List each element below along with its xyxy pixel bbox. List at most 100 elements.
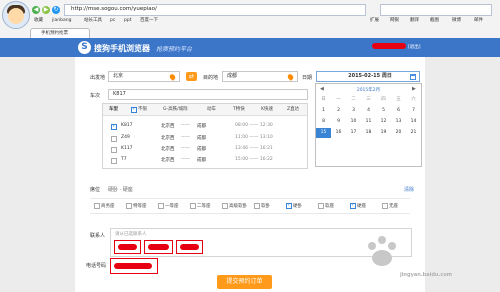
address-bar[interactable]: http://mse.sogou.com/yuepiao/ xyxy=(64,4,366,16)
back-icon[interactable]: ◀ xyxy=(32,6,40,14)
seat-option-label[interactable]: 软卧 xyxy=(261,203,270,209)
calendar-day[interactable]: 9 xyxy=(331,117,346,127)
date-picker: ◀ 2015年2月 ▶ 日一二三四五六 1 2 3 4 5 6 7 8 9 10 11 12 13 14 15… xyxy=(315,83,422,167)
filter-t[interactable]: T特快 xyxy=(233,106,245,112)
user-avatar[interactable] xyxy=(2,1,30,29)
seat-option-label[interactable]: 高级软卧 xyxy=(229,203,247,209)
toolbar-ext[interactable]: 扩展 xyxy=(370,17,379,25)
seat-checkbox[interactable] xyxy=(318,203,324,209)
phone-input[interactable] xyxy=(110,258,158,274)
calendar-month: 2015年2月 xyxy=(356,88,381,93)
seat-option-label[interactable]: 硬座 xyxy=(357,203,366,209)
browser-search-input[interactable] xyxy=(380,4,492,16)
train-checkbox[interactable] xyxy=(111,158,117,164)
train-from: 北京西 xyxy=(161,124,175,129)
seat-option-label[interactable]: 软座 xyxy=(325,203,334,209)
bookmark-item[interactable]: 收藏 xyxy=(34,17,43,25)
seat-checkbox[interactable] xyxy=(382,203,388,209)
train-from: 北京西 xyxy=(161,158,175,163)
toolbar-screenshot[interactable]: 截图 xyxy=(430,17,439,25)
filter-k[interactable]: K快速 xyxy=(261,106,273,112)
bookmark-item[interactable]: 站长工具 xyxy=(84,17,102,25)
calendar-day[interactable]: 7 xyxy=(406,106,421,116)
calendar-day[interactable]: 10 xyxy=(346,117,361,127)
train-checkbox[interactable] xyxy=(111,147,117,153)
calendar-icon[interactable] xyxy=(410,74,416,80)
train-checkbox[interactable] xyxy=(111,123,117,130)
train-to: 成都 xyxy=(197,136,206,141)
calendar-weekday: 四 xyxy=(381,97,386,102)
seat-checkbox[interactable] xyxy=(286,202,292,209)
contact-label: 联系人 xyxy=(90,233,106,239)
calendar-day[interactable]: 4 xyxy=(361,106,376,116)
date-input[interactable]: 2015-02-15 周日 xyxy=(316,71,420,82)
train-input[interactable]: K817 xyxy=(108,89,308,100)
bookmark-item[interactable]: 百度一下 xyxy=(140,17,158,25)
contact-chip[interactable] xyxy=(144,240,173,254)
calendar-day[interactable]: 20 xyxy=(391,128,406,138)
seat-checkbox[interactable] xyxy=(190,203,196,209)
calendar-day[interactable]: 21 xyxy=(406,128,421,138)
calendar-day[interactable]: 1 xyxy=(316,106,331,116)
forward-icon[interactable]: ▶ xyxy=(42,6,50,14)
baidu-jingyan-watermark: jingyan.baidu.com xyxy=(360,232,472,278)
tab-active[interactable]: 手机预约抢票 xyxy=(30,28,90,38)
seat-option-label[interactable]: 无座 xyxy=(389,203,398,209)
filter-checkbox[interactable] xyxy=(131,106,137,113)
calendar-day[interactable]: 12 xyxy=(376,117,391,127)
seat-option-label[interactable]: 特等座 xyxy=(133,203,147,209)
bookmark-item[interactable]: jianbang xyxy=(52,17,71,25)
calendar-day[interactable]: 6 xyxy=(391,106,406,116)
toolbar-bank[interactable]: 网银 xyxy=(390,17,399,25)
toolbar-mail[interactable]: 邮件 xyxy=(474,17,483,25)
calendar-day[interactable]: 16 xyxy=(331,128,346,138)
contact-chip[interactable] xyxy=(176,240,203,254)
seat-option-label[interactable]: 硬卧 xyxy=(293,203,302,209)
from-label: 出发地 xyxy=(90,75,106,81)
toolbar-translate[interactable]: 翻译 xyxy=(410,17,419,25)
seat-checkbox[interactable] xyxy=(350,202,356,209)
train-to: 成都 xyxy=(197,124,206,129)
calendar-day[interactable]: 11 xyxy=(361,117,376,127)
seat-checkbox[interactable] xyxy=(254,203,260,209)
calendar-day[interactable]: 19 xyxy=(376,128,391,138)
calendar-day[interactable]: 8 xyxy=(316,117,331,127)
calendar-weekday: 五 xyxy=(396,97,401,102)
seat-clear-link[interactable]: 清除 xyxy=(404,186,414,193)
calendar-day[interactable]: 17 xyxy=(346,128,361,138)
seat-checkbox[interactable] xyxy=(222,203,228,209)
bookmark-item[interactable]: pc xyxy=(110,17,115,25)
calendar-day[interactable]: 15 xyxy=(316,128,331,138)
bookmark-item[interactable]: ppt xyxy=(124,17,131,25)
calendar-weekday: 日 xyxy=(321,97,326,102)
seat-checkbox[interactable] xyxy=(126,203,132,209)
submit-order-button[interactable]: 提交预约订单 xyxy=(217,275,272,289)
watermark-url: jingyan.baidu.com xyxy=(400,272,452,278)
swap-stations-button[interactable]: ⇄ xyxy=(186,72,197,81)
seat-option-label[interactable]: 一等座 xyxy=(165,203,179,209)
logout-link[interactable]: [退出] xyxy=(408,44,421,50)
seat-option-label[interactable]: 商务座 xyxy=(101,203,115,209)
refresh-icon[interactable]: ↻ xyxy=(52,6,60,14)
seat-checkbox[interactable] xyxy=(158,203,164,209)
calendar-day[interactable]: 14 xyxy=(406,117,421,127)
train-no: K117 xyxy=(121,146,133,151)
filter-z[interactable]: Z直达 xyxy=(287,106,299,112)
filter-any[interactable]: 不限 xyxy=(138,106,147,112)
filter-d[interactable]: 动车 xyxy=(207,106,216,112)
tab-title: 手机预约抢票 xyxy=(41,31,68,36)
train-checkbox[interactable] xyxy=(111,136,117,142)
toolbar-weibo[interactable]: 微博 xyxy=(452,17,461,25)
next-month-icon[interactable]: ▶ xyxy=(412,86,416,92)
calendar-weekday: 一 xyxy=(336,97,341,102)
calendar-day[interactable]: 13 xyxy=(391,117,406,127)
calendar-day[interactable]: 5 xyxy=(376,106,391,116)
seat-option-label[interactable]: 二等座 xyxy=(197,203,211,209)
calendar-day[interactable]: 2 xyxy=(331,106,346,116)
contact-chip[interactable] xyxy=(114,240,141,254)
calendar-day[interactable]: 18 xyxy=(361,128,376,138)
calendar-day[interactable]: 3 xyxy=(346,106,361,116)
filter-g[interactable]: G-高铁/城际 xyxy=(163,106,188,112)
seat-checkbox[interactable] xyxy=(94,203,100,209)
phone-label: 电话号码 xyxy=(86,263,107,269)
